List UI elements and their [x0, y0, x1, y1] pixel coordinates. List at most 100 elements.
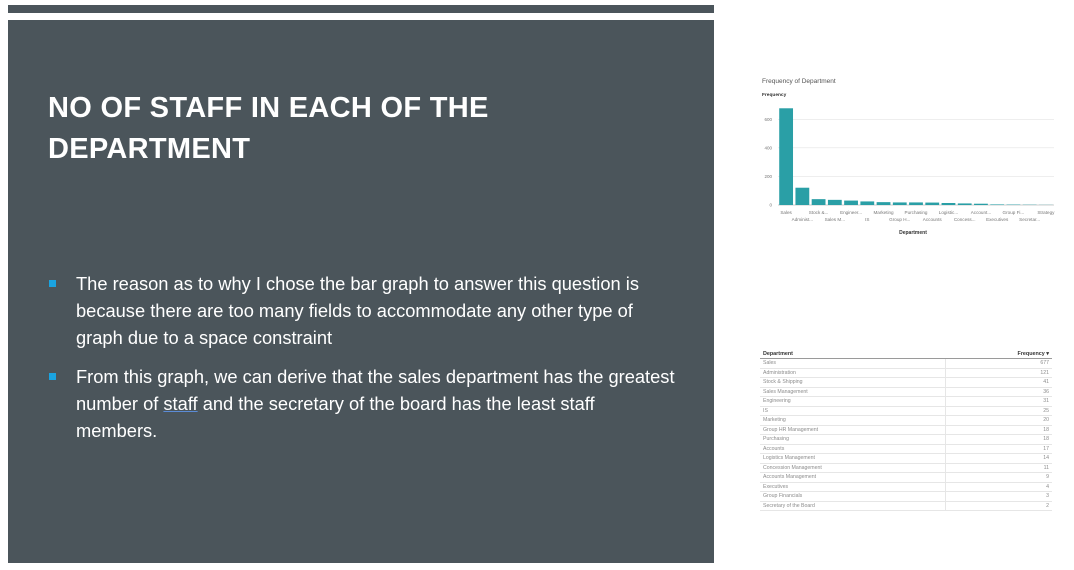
table-row: Secretary of the Board 2	[760, 501, 1052, 511]
slide-top-bar	[8, 5, 714, 13]
table-cell-department: Secretary of the Board	[760, 501, 946, 511]
table-row: Accounts Management 9	[760, 472, 1052, 483]
x-tick-label: Group Fi...	[1003, 210, 1025, 215]
table-cell-department: Logistics Management	[760, 453, 946, 464]
bar-10	[941, 203, 956, 205]
slide-panel: NO OF STAFF IN EACH OF THE DEPARTMENT Th…	[8, 20, 714, 563]
table-cell-frequency: 4	[945, 482, 1052, 492]
table-row: Group Financials 3	[760, 491, 1052, 502]
table-cell-department: IS	[760, 406, 946, 416]
table-cell-department: Accounts	[760, 444, 946, 454]
x-tick-label: Engineer...	[840, 210, 862, 215]
table-cell-frequency: 25	[945, 406, 1052, 416]
table-cell-department: Marketing	[760, 415, 946, 426]
table-cell-department: Engineering	[760, 396, 946, 407]
x-tick-label: Stock &...	[809, 210, 829, 215]
table-cell-frequency: 677	[945, 358, 1052, 369]
table-cell-department: Sales	[760, 358, 946, 369]
department-frequency-table: Department Frequency ▾ Sales 677 Administr…	[760, 350, 1052, 511]
bar-5	[860, 201, 875, 205]
bar-4	[844, 200, 858, 205]
table-cell-department: Concession Management	[760, 463, 946, 473]
table-cell-frequency: 17	[945, 444, 1052, 454]
x-tick-label: Executives	[986, 217, 1009, 222]
table-row: Stock & Shipping 41	[760, 377, 1052, 388]
bar-11	[957, 203, 972, 205]
table-cell-frequency: 2	[945, 501, 1052, 511]
table-cell-frequency: 11	[945, 463, 1052, 473]
x-tick-label: IS	[865, 217, 869, 222]
table-cell-department: Purchasing	[760, 434, 946, 445]
column-header-department[interactable]: Department	[760, 350, 946, 359]
table-cell-department: Stock & Shipping	[760, 377, 946, 388]
table-cell-frequency: 14	[945, 453, 1052, 464]
y-tick-label: 600	[764, 117, 772, 122]
chart-x-ticks: Sales Stock &... Engineer... Marketing Purch…	[780, 210, 1055, 222]
table-row: Sales Management 36	[760, 387, 1052, 397]
chart-y-axis-label: Frequency	[762, 92, 787, 98]
x-tick-label: Group H...	[889, 217, 910, 222]
x-tick-label: Secretar...	[1019, 217, 1040, 222]
x-tick-label: Accounts	[923, 217, 943, 222]
table-cell-frequency: 3	[945, 491, 1052, 502]
table-cell-department: Accounts Management	[760, 472, 946, 483]
x-tick-label: Strategy	[1037, 210, 1055, 215]
table-header-row: Department Frequency ▾	[760, 350, 1052, 359]
x-tick-label: Sales M...	[825, 217, 845, 222]
table-row: Concession Management 11	[760, 463, 1052, 473]
table-cell-department: Group HR Management	[760, 425, 946, 435]
bar-1	[795, 187, 810, 205]
table-cell-frequency: 121	[945, 368, 1052, 378]
table-row: Purchasing 18	[760, 434, 1052, 445]
chart-bars	[779, 108, 1053, 205]
table-row: Administration 121	[760, 368, 1052, 378]
table-cell-frequency: 36	[945, 387, 1052, 397]
x-tick-label: Logistic...	[939, 210, 958, 215]
bar-3	[827, 199, 842, 205]
table-row: Group HR Management 18	[760, 425, 1052, 435]
bar-0	[779, 108, 794, 205]
slide-title: NO OF STAFF IN EACH OF THE DEPARTMENT	[48, 92, 489, 165]
x-tick-label: Concess...	[954, 217, 976, 222]
table-cell-frequency: 20	[945, 415, 1052, 426]
column-header-frequency[interactable]: Frequency ▾	[945, 350, 1052, 359]
bar-8	[909, 202, 923, 205]
table-cell-frequency: 9	[945, 472, 1052, 483]
x-tick-label: Marketing	[873, 210, 894, 215]
bullet-text: The reason as to why I chose the bar gra…	[76, 273, 639, 348]
bar-2	[811, 199, 826, 205]
table-row: Marketing 20	[760, 415, 1052, 426]
bar-9	[925, 202, 940, 205]
bar-13	[990, 204, 1005, 205]
frequency-table: Department Frequency ▾ Sales 677 Administr…	[760, 350, 1052, 511]
y-tick-label: 200	[764, 174, 772, 179]
table-cell-department: Administration	[760, 368, 946, 378]
table-cell-frequency: 18	[945, 434, 1052, 445]
x-tick-label: Account...	[971, 210, 991, 215]
table-cell-department: Executives	[760, 482, 946, 492]
x-tick-label: Administ...	[792, 217, 813, 222]
department-frequency-chart: Frequency of Department Frequency 0 200 40…	[756, 73, 1056, 243]
table-row: Sales 677	[760, 358, 1052, 369]
table-row: Accounts 17	[760, 444, 1052, 454]
table-cell-frequency: 18	[945, 425, 1052, 435]
table-row: Engineering 31	[760, 396, 1052, 407]
table-row: IS 25	[760, 406, 1052, 416]
bar-6	[876, 202, 891, 205]
table-cell-frequency: 41	[945, 377, 1052, 388]
bullet-marker-icon	[49, 280, 56, 287]
y-tick-label: 0	[769, 203, 772, 208]
table-cell-department: Sales Management	[760, 387, 946, 397]
table-row: Logistics Management 14	[760, 453, 1052, 464]
chart-title: Frequency of Department	[762, 78, 836, 85]
bar-7	[892, 202, 907, 205]
bullet-list: The reason as to why I chose the bar gra…	[48, 270, 678, 456]
chart-gridlines	[778, 118, 1054, 206]
table-cell-frequency: 31	[945, 396, 1052, 407]
bullet-item: From this graph, we can derive that the …	[48, 363, 678, 444]
chart-x-axis-label: Department	[899, 230, 927, 236]
bar-chart-svg: Frequency of Department Frequency 0 200 40…	[762, 78, 1055, 236]
table-cell-department: Group Financials	[760, 491, 946, 502]
bullet-text-underlined: staff	[163, 393, 198, 414]
chart-y-ticks: 0 200 400 600	[764, 117, 772, 208]
